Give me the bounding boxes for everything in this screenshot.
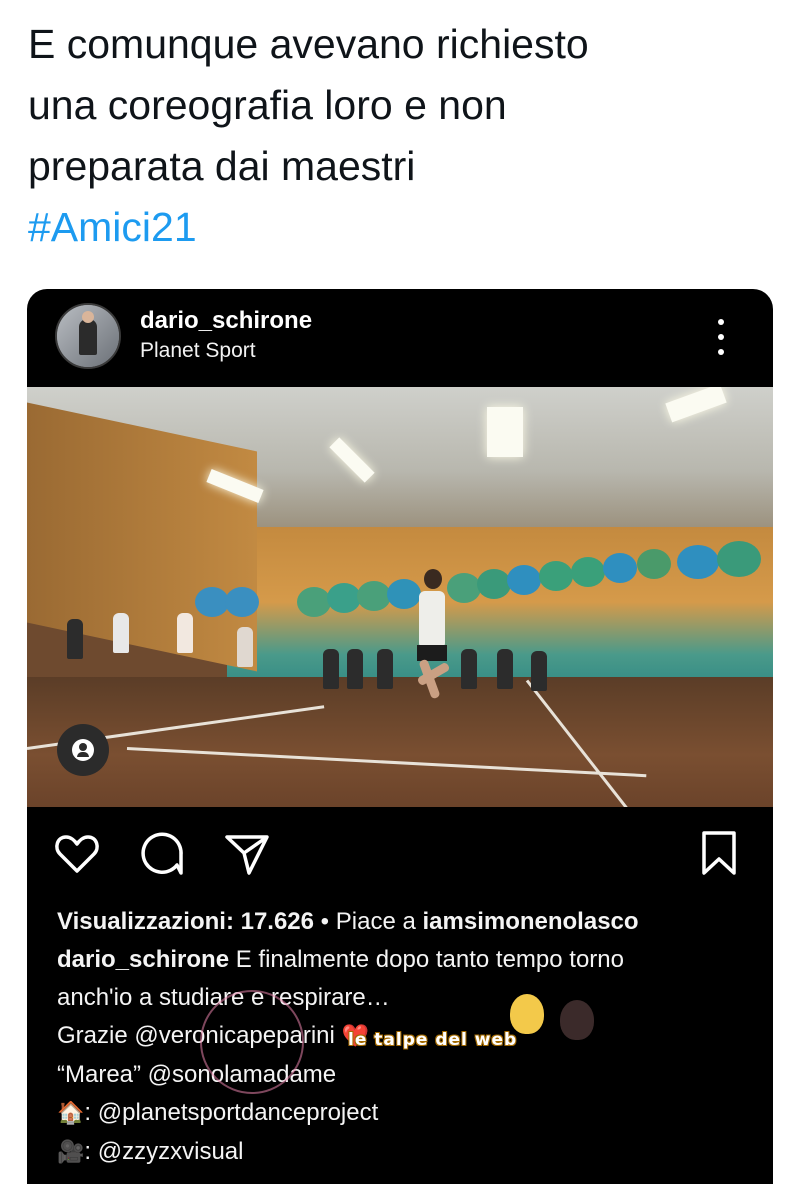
- tweet-text: E comunque avevano richiesto una coreogr…: [28, 14, 768, 258]
- tag-person-icon[interactable]: [57, 724, 109, 776]
- caption-line: anch'io a studiare e respirare…: [57, 984, 390, 1011]
- tweet-line: E comunque avevano richiesto: [28, 21, 589, 67]
- caption-line: Grazie @veronicapeparini ❤️: [57, 1017, 757, 1056]
- post-location[interactable]: Planet Sport: [140, 339, 256, 363]
- caption-text: : @planetsportdanceproject: [84, 1099, 379, 1126]
- caption-line: 🏠: @planetsportdanceproject: [57, 1094, 757, 1133]
- house-emoji-icon: 🏠: [57, 1101, 85, 1126]
- caption-text: E finalmente dopo tanto tempo torno: [229, 946, 624, 973]
- camera-emoji-icon: 🎥: [57, 1140, 85, 1165]
- heart-emoji-icon: ❤️: [341, 1024, 369, 1049]
- tweet-line: una coreografia loro e non: [28, 82, 507, 128]
- views-count[interactable]: Visualizzazioni: 17.626: [57, 908, 314, 935]
- avatar[interactable]: [55, 303, 121, 369]
- post-video[interactable]: [27, 387, 773, 807]
- post-username[interactable]: dario_schirone: [140, 307, 312, 335]
- hashtag-link[interactable]: #Amici21: [28, 197, 768, 258]
- instagram-post-card: dario_schirone Planet Sport Visualizzazi…: [27, 289, 773, 1184]
- liked-by-user[interactable]: iamsimonenolasco: [422, 908, 638, 935]
- caption-line: “Marea” @sonolamadame: [57, 1061, 337, 1088]
- post-header: dario_schirone Planet Sport: [27, 289, 773, 387]
- caption-author[interactable]: dario_schirone: [57, 946, 229, 973]
- caption-line: 🎥: @zzyzxvisual: [57, 1133, 757, 1172]
- heart-icon[interactable]: [53, 829, 101, 877]
- share-icon[interactable]: [223, 829, 271, 877]
- bookmark-icon[interactable]: [695, 829, 743, 877]
- liked-by-prefix: • Piace a: [314, 908, 423, 935]
- caption-line: dario_schirone E finalmente dopo tanto t…: [57, 941, 757, 979]
- caption-text: : @zzyzxvisual: [84, 1138, 244, 1165]
- more-vertical-icon[interactable]: [713, 317, 729, 357]
- post-caption: Visualizzazioni: 17.626 • Piace a iamsim…: [57, 903, 757, 1172]
- comment-icon[interactable]: [137, 829, 185, 877]
- tweet-line: preparata dai maestri: [28, 143, 416, 189]
- views-line: Visualizzazioni: 17.626 • Piace a iamsim…: [57, 903, 757, 941]
- caption-text: Grazie @veronicapeparini: [57, 1022, 335, 1049]
- post-actions: [27, 829, 773, 889]
